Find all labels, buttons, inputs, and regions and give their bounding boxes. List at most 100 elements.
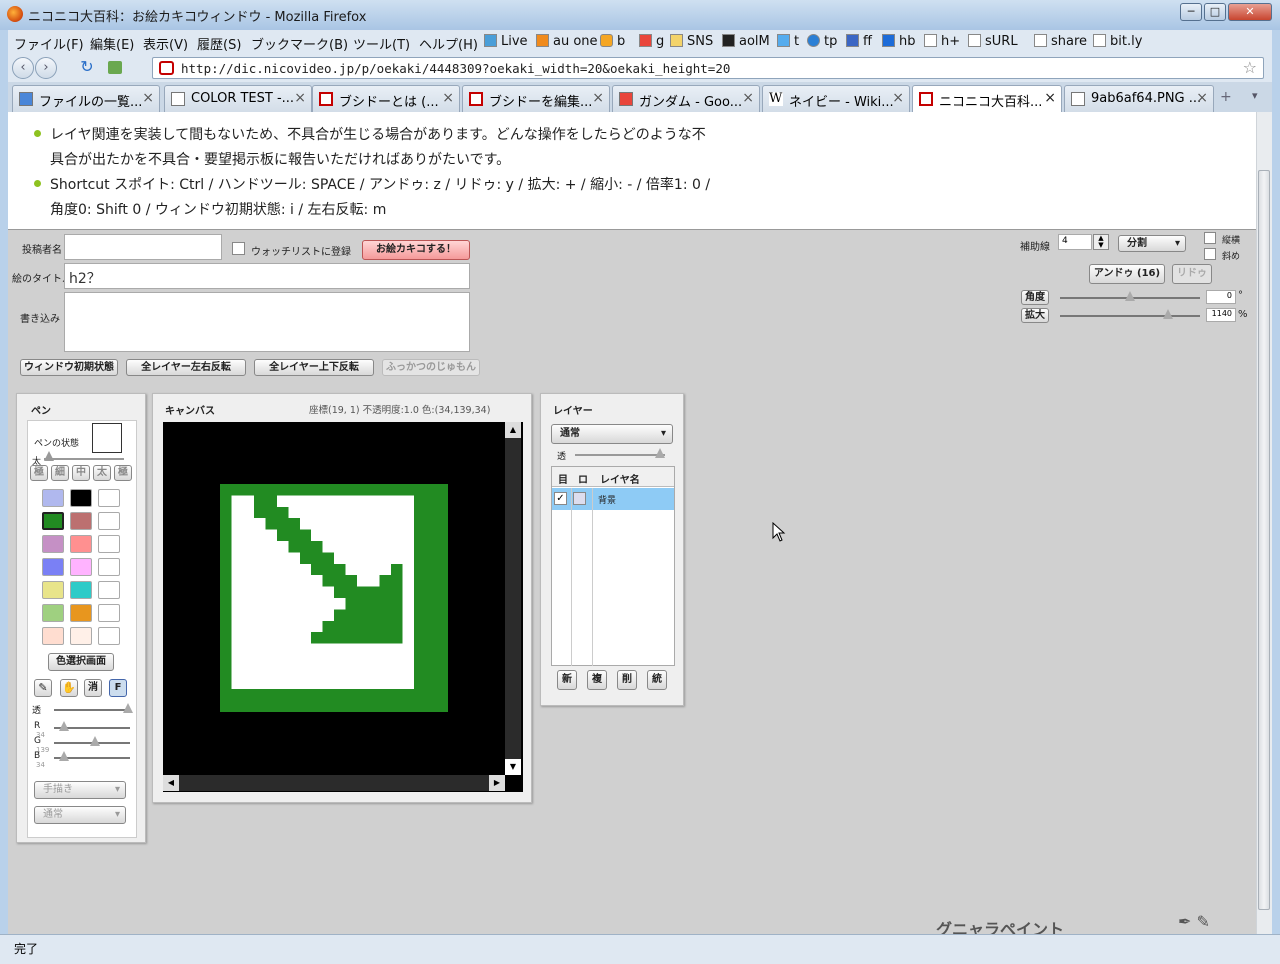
bookmark-share[interactable]: share xyxy=(1034,34,1087,49)
scroll-up-icon[interactable]: ▲ xyxy=(505,422,521,438)
revive-button[interactable]: ふっかつのじゅもん xyxy=(382,359,480,376)
bookmark-hplus[interactable]: h+ xyxy=(924,34,960,49)
size-slider-handle[interactable] xyxy=(44,451,54,461)
color-select-button[interactable]: 色選択画面 xyxy=(48,653,114,671)
zoom-slider-handle[interactable] xyxy=(1162,309,1173,319)
bookmark-live[interactable]: Live xyxy=(484,34,528,49)
tab-file-list[interactable]: ファイルの一覧... × xyxy=(12,85,160,112)
zoom-button[interactable]: 拡大 xyxy=(1021,308,1049,323)
reset-window-button[interactable]: ウィンドウ初期状態 xyxy=(20,359,118,376)
watchlist-checkbox[interactable] xyxy=(232,242,245,255)
menu-tools[interactable]: ツール(T) xyxy=(353,34,410,53)
menu-view[interactable]: 表示(V) xyxy=(143,34,188,53)
bookmark-hb[interactable]: hb xyxy=(882,34,916,49)
canvas-viewport[interactable]: ▲ ◀ ▶ ▼ xyxy=(163,422,523,792)
size-preset-button[interactable]: 中 xyxy=(72,465,90,481)
zoom-slider[interactable] xyxy=(1060,315,1200,317)
size-preset-button[interactable]: 極 xyxy=(114,465,132,481)
layer-duplicate-button[interactable]: 複 xyxy=(587,670,607,690)
back-button[interactable]: ‹ xyxy=(12,57,34,79)
poster-input[interactable] xyxy=(64,234,222,260)
bookmark-sns[interactable]: SNS xyxy=(670,34,713,49)
color-swatch[interactable] xyxy=(42,581,64,599)
b-slider-handle[interactable] xyxy=(59,751,70,761)
angle-button[interactable]: 角度 xyxy=(1021,290,1049,305)
maximize-button[interactable]: □ xyxy=(1204,3,1226,21)
scroll-right-icon[interactable]: ▶ xyxy=(489,775,505,791)
forward-button[interactable]: › xyxy=(35,57,57,79)
color-swatch[interactable] xyxy=(70,489,92,507)
minimize-button[interactable]: ─ xyxy=(1180,3,1202,21)
bookmark-aolm[interactable]: aolM xyxy=(722,34,770,49)
layer-merge-button[interactable]: 統 xyxy=(647,670,667,690)
tab-close-icon[interactable]: × xyxy=(892,90,904,106)
color-swatch[interactable] xyxy=(98,489,120,507)
layer-visible-checkbox[interactable]: ✓ xyxy=(554,492,567,505)
tab-png[interactable]: 9ab6af64.PNG ... × xyxy=(1064,85,1214,112)
scroll-down-icon[interactable]: ▼ xyxy=(505,759,521,775)
layer-lock-checkbox[interactable] xyxy=(573,492,586,505)
tab-close-icon[interactable]: × xyxy=(142,90,154,106)
tab-close-icon[interactable]: × xyxy=(294,90,306,106)
tab-list-icon[interactable]: ▾ xyxy=(1252,89,1258,102)
color-swatch[interactable] xyxy=(70,512,92,530)
color-swatch[interactable] xyxy=(70,558,92,576)
layer-alpha-handle[interactable] xyxy=(655,448,665,458)
tab-color-test[interactable]: COLOR TEST -... × xyxy=(164,85,312,112)
angle-input[interactable]: 0 xyxy=(1206,290,1236,304)
url-text[interactable]: http://dic.nicovideo.jp/p/oekaki/4448309… xyxy=(181,61,730,76)
fill-tool-button[interactable]: F xyxy=(109,679,127,697)
color-swatch[interactable] xyxy=(70,581,92,599)
scroll-left-icon[interactable]: ◀ xyxy=(163,775,179,791)
bookmark-tp[interactable]: tp xyxy=(807,34,837,49)
angle-slider-handle[interactable] xyxy=(1125,291,1135,301)
bookmark-bitly[interactable]: bit.ly xyxy=(1093,34,1142,49)
color-swatch[interactable] xyxy=(42,558,64,576)
stroke-mode-select[interactable]: 手描き ▾ xyxy=(34,781,126,799)
blend-mode-select[interactable]: 通常 ▾ xyxy=(34,806,126,824)
size-preset-button[interactable]: 極 xyxy=(30,465,48,481)
color-swatch[interactable] xyxy=(42,535,64,553)
color-swatch[interactable] xyxy=(98,604,120,622)
color-swatch[interactable] xyxy=(42,512,64,530)
bookmark-ff[interactable]: ff xyxy=(846,34,872,49)
title-input[interactable]: h2？ xyxy=(64,263,470,289)
menu-help[interactable]: ヘルプ(H) xyxy=(419,34,478,53)
tab-close-icon[interactable]: × xyxy=(1196,90,1208,106)
tab-navy-wiki[interactable]: W ネイビー - Wiki... × xyxy=(762,85,910,112)
bookmark-auone[interactable]: au one xyxy=(536,34,598,49)
page-scroll-thumb[interactable] xyxy=(1258,170,1270,910)
color-swatch[interactable] xyxy=(70,535,92,553)
tab-bushido-edit[interactable]: ブシドーを編集... × xyxy=(462,85,610,112)
size-slider[interactable] xyxy=(44,458,124,460)
drawing-canvas[interactable] xyxy=(220,484,448,712)
canvas-hscroll[interactable]: ◀ ▶ xyxy=(163,775,505,791)
zoom-input[interactable]: 1140 xyxy=(1206,308,1236,322)
color-swatch[interactable] xyxy=(98,535,120,553)
size-preset-button[interactable]: 細 xyxy=(51,465,69,481)
layer-alpha-slider[interactable] xyxy=(575,454,665,456)
bookmark-g[interactable]: g xyxy=(639,34,664,49)
bookmark-b[interactable]: b xyxy=(600,34,625,49)
undo-button[interactable]: アンドゥ (16) xyxy=(1089,264,1165,284)
guide-mode-select[interactable]: 分割 ▾ xyxy=(1118,235,1186,252)
flip-horizontal-button[interactable]: 全レイヤー左右反転 xyxy=(126,359,246,376)
home-icon[interactable] xyxy=(108,61,122,74)
color-swatch[interactable] xyxy=(42,604,64,622)
size-preset-button[interactable]: 太 xyxy=(93,465,111,481)
submit-button[interactable]: お絵カキコする！ xyxy=(362,240,470,260)
new-tab-button[interactable]: + xyxy=(1220,89,1232,105)
close-button[interactable]: ✕ xyxy=(1228,3,1272,21)
layer-delete-button[interactable]: 削 xyxy=(617,670,637,690)
flip-vertical-button[interactable]: 全レイヤー上下反転 xyxy=(254,359,374,376)
color-swatch[interactable] xyxy=(42,627,64,645)
tab-nicopedia-active[interactable]: ニコニコ大百科... × xyxy=(912,85,1062,113)
guide-count-input[interactable]: 4 xyxy=(1058,234,1092,250)
color-swatch[interactable] xyxy=(42,489,64,507)
color-swatch[interactable] xyxy=(70,604,92,622)
grid-straight-checkbox[interactable] xyxy=(1204,232,1216,244)
canvas-vscroll[interactable]: ▲ xyxy=(505,422,521,762)
alpha-slider[interactable] xyxy=(54,709,130,711)
tab-close-icon[interactable]: × xyxy=(1044,90,1056,106)
menu-bookmarks[interactable]: ブックマーク(B) xyxy=(251,34,348,53)
